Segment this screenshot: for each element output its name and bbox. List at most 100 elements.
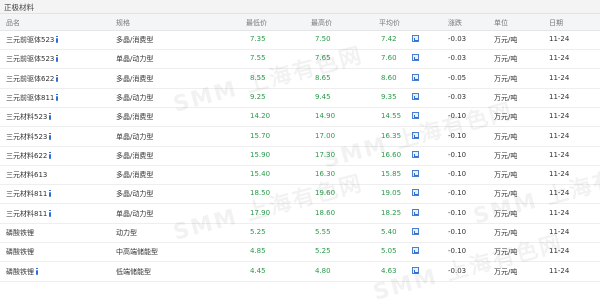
high-price-cell: 17.00 bbox=[315, 131, 336, 140]
chart-icon[interactable] bbox=[412, 92, 419, 100]
product-name-cell: 磷酸铁锂 bbox=[6, 229, 34, 237]
unit-cell: 万元/吨 bbox=[494, 229, 518, 237]
unit-cell: 万元/吨 bbox=[494, 55, 518, 64]
table-header: 品名 规格 最低价 最高价 平均价 涨跌 单位 日期 bbox=[0, 14, 600, 31]
product-name-wrap: 三元材料622 bbox=[6, 151, 52, 161]
chart-icon[interactable] bbox=[412, 208, 419, 216]
unit-cell: 万元/吨 bbox=[494, 74, 518, 83]
info-icon[interactable] bbox=[56, 76, 59, 82]
chart-icon[interactable] bbox=[412, 247, 419, 255]
unit-cell: 万元/吨 bbox=[494, 171, 518, 180]
date-cell: 11-24 bbox=[549, 228, 570, 236]
product-name-wrap: 三元材料811 bbox=[6, 209, 52, 219]
product-name-wrap: 三元前驱体811 bbox=[6, 93, 59, 103]
table-row: 磷酸铁锂 中高端储能型 4.85 5.25 5.05 -0.10 万元/吨 11-24 bbox=[0, 242, 600, 263]
chart-icon[interactable] bbox=[412, 131, 419, 139]
avg-price-cell: 14.55 bbox=[381, 112, 402, 121]
info-icon[interactable] bbox=[56, 57, 59, 63]
chart-icon[interactable] bbox=[412, 73, 419, 81]
chart-icon[interactable] bbox=[412, 266, 419, 274]
avg-price-cell: 9.35 bbox=[381, 92, 397, 101]
high-price-cell: 14.90 bbox=[315, 112, 336, 121]
table-row: 三元前驱体523 单晶/动力型 7.55 7.65 7.60 -0.03 万元/吨 11-24 bbox=[0, 49, 600, 70]
chart-icon[interactable] bbox=[412, 228, 419, 235]
unit-cell: 万元/吨 bbox=[494, 190, 518, 199]
high-price-cell: 19.60 bbox=[315, 189, 336, 198]
change-cell: -0.10 bbox=[448, 131, 467, 140]
product-name-wrap: 三元材料523 bbox=[6, 112, 52, 122]
product-name-cell: 三元前驱体523 bbox=[6, 36, 55, 44]
chart-icon[interactable] bbox=[412, 189, 419, 197]
chart-icon[interactable] bbox=[412, 150, 419, 158]
avg-price-cell: 16.60 bbox=[381, 150, 402, 159]
chart-icon[interactable] bbox=[412, 35, 419, 42]
table-row: 三元材料622 多晶/消费型 15.90 17.30 16.60 -0.10 万元/吨 11-… bbox=[0, 146, 600, 166]
chart-icon[interactable] bbox=[412, 170, 419, 178]
low-price-cell: 7.55 bbox=[250, 54, 266, 63]
date-cell: 11-24 bbox=[549, 73, 570, 82]
change-cell: -0.10 bbox=[448, 189, 467, 198]
unit-cell: 万元/吨 bbox=[494, 248, 518, 257]
change-cell: -0.10 bbox=[448, 112, 467, 121]
info-icon[interactable] bbox=[49, 134, 52, 140]
change-cell: -0.05 bbox=[448, 73, 467, 82]
info-icon[interactable] bbox=[49, 211, 52, 217]
chart-icon[interactable] bbox=[412, 112, 419, 120]
spec-cell: 单晶/动力型 bbox=[116, 55, 154, 64]
date-cell: 11-24 bbox=[549, 54, 570, 63]
avg-price-cell: 7.60 bbox=[381, 54, 397, 63]
info-icon[interactable] bbox=[49, 192, 52, 198]
spec-cell: 多晶/动力型 bbox=[116, 190, 154, 199]
info-icon[interactable] bbox=[36, 269, 38, 275]
product-name-wrap: 三元前驱体622 bbox=[6, 74, 59, 84]
change-cell: -0.10 bbox=[448, 228, 467, 236]
high-price-cell: 5.25 bbox=[315, 247, 331, 256]
date-cell: 11-24 bbox=[549, 208, 570, 217]
avg-price-cell: 15.85 bbox=[381, 170, 402, 179]
info-icon[interactable] bbox=[56, 95, 59, 101]
product-name-cell: 三元材料811 bbox=[6, 209, 48, 218]
table-row: 三元前驱体811 多晶/动力型 9.25 9.45 9.35 -0.03 万元/吨 11-24 bbox=[0, 88, 600, 108]
spec-cell: 中高端储能型 bbox=[116, 248, 158, 257]
high-price-cell: 9.45 bbox=[315, 92, 331, 101]
date-cell: 11-24 bbox=[549, 247, 570, 256]
column-header-date: 日期 bbox=[549, 19, 563, 27]
avg-price-cell: 16.35 bbox=[381, 131, 402, 140]
spec-cell: 多晶/消费型 bbox=[116, 36, 154, 44]
avg-price-cell: 8.60 bbox=[381, 73, 397, 82]
product-name-wrap: 三元材料523 bbox=[6, 132, 52, 142]
low-price-cell: 14.20 bbox=[250, 112, 271, 121]
high-price-cell: 5.55 bbox=[315, 228, 331, 236]
table-row: 三元前驱体523 多晶/消费型 7.35 7.50 7.42 -0.03 万元/吨 11-24 bbox=[0, 30, 600, 50]
low-price-cell: 15.40 bbox=[250, 170, 271, 179]
section-header: 正极材料 bbox=[0, 0, 600, 14]
info-icon[interactable] bbox=[49, 115, 52, 121]
high-price-cell: 8.65 bbox=[315, 73, 331, 82]
low-price-cell: 8.55 bbox=[250, 73, 266, 82]
spec-cell: 低端储能型 bbox=[116, 267, 151, 276]
product-name-cell: 三元前驱体523 bbox=[6, 55, 55, 64]
spec-cell: 单晶/动力型 bbox=[116, 132, 154, 141]
low-price-cell: 4.45 bbox=[250, 266, 266, 275]
date-cell: 11-24 bbox=[549, 112, 570, 121]
avg-price-cell: 18.25 bbox=[381, 208, 402, 217]
low-price-cell: 15.70 bbox=[250, 131, 271, 140]
avg-price-cell: 5.05 bbox=[381, 247, 397, 256]
change-cell: -0.03 bbox=[448, 266, 467, 275]
product-name-cell: 三元材料622 bbox=[6, 151, 48, 160]
high-price-cell: 7.65 bbox=[315, 54, 331, 63]
low-price-cell: 4.85 bbox=[250, 247, 266, 256]
product-name-wrap: 三元前驱体523 bbox=[6, 35, 59, 45]
spec-cell: 动力型 bbox=[116, 229, 137, 237]
table-row: 三元材料523 多晶/消费型 14.20 14.90 14.55 -0.10 万元/吨 11-… bbox=[0, 107, 600, 128]
spec-cell: 单晶/动力型 bbox=[116, 209, 154, 218]
info-icon[interactable] bbox=[56, 38, 59, 43]
chart-icon[interactable] bbox=[412, 54, 419, 62]
low-price-cell: 7.35 bbox=[250, 35, 266, 43]
low-price-cell: 17.90 bbox=[250, 208, 271, 217]
table-row: 磷酸铁锂 低端储能型 4.45 4.80 4.63 -0.03 万元/吨 11-24 bbox=[0, 262, 600, 282]
product-name-wrap: 三元前驱体523 bbox=[6, 54, 59, 64]
info-icon[interactable] bbox=[49, 153, 52, 159]
product-name-cell: 三元材料523 bbox=[6, 132, 48, 141]
unit-cell: 万元/吨 bbox=[494, 151, 518, 160]
